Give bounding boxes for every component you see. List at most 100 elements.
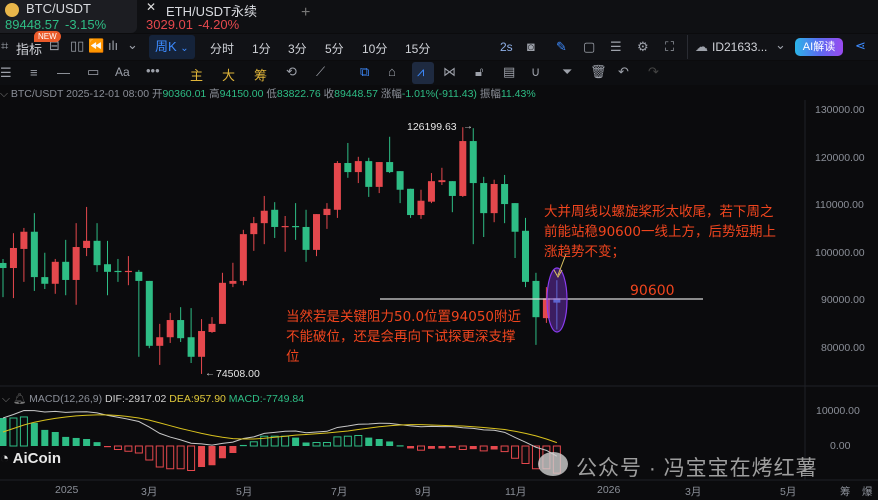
candle-body[interactable] xyxy=(104,264,111,272)
macd-bar xyxy=(208,446,216,466)
collapse-icon[interactable]: ⌵ xyxy=(2,393,10,405)
macd-bar xyxy=(458,445,467,450)
candle-body[interactable] xyxy=(438,180,446,183)
macd-value: MACD:-7749.84 xyxy=(228,393,305,405)
candle-body[interactable] xyxy=(459,141,467,196)
candle-body[interactable] xyxy=(93,240,101,266)
candle-body[interactable] xyxy=(62,261,70,280)
candle-body[interactable] xyxy=(323,208,331,216)
candle-body[interactable] xyxy=(51,261,59,284)
candle-body[interactable] xyxy=(114,270,122,273)
liquidation-toggle[interactable]: 爆 xyxy=(862,484,873,499)
candle-body[interactable] xyxy=(333,163,341,210)
macd-bar xyxy=(51,432,59,446)
macd-bar xyxy=(72,437,80,446)
time-tick: 2026 xyxy=(597,484,621,496)
macd-bar xyxy=(104,446,111,448)
candle-body[interactable] xyxy=(511,203,519,232)
candle-body[interactable] xyxy=(166,320,174,338)
macd-dea: DEA:957.90 xyxy=(169,393,226,405)
price-tick: 100000.00 xyxy=(815,247,865,259)
candle-body[interactable] xyxy=(0,262,7,269)
candle-body[interactable] xyxy=(375,162,383,187)
macd-bar xyxy=(354,435,363,447)
candle-body[interactable] xyxy=(239,234,247,281)
macd-bar xyxy=(292,437,300,446)
macd-bar xyxy=(134,445,143,454)
macd-bar xyxy=(281,435,290,447)
candle-body[interactable] xyxy=(271,209,279,227)
candle-body[interactable] xyxy=(281,226,289,228)
candle-body[interactable] xyxy=(20,231,28,249)
price-tick: 120000.00 xyxy=(815,152,865,164)
macd-bar xyxy=(166,445,175,470)
candle-body[interactable] xyxy=(313,214,320,250)
macd-bar xyxy=(521,445,530,464)
time-tick: 9月 xyxy=(415,486,432,498)
macd-bar xyxy=(249,441,258,447)
macd-bar xyxy=(62,436,70,446)
macd-bar xyxy=(124,445,133,452)
candle-body[interactable] xyxy=(386,162,394,173)
macd-bar xyxy=(239,444,247,447)
macd-bar xyxy=(375,439,383,446)
time-tick: 5月 xyxy=(236,486,253,498)
candle-body[interactable] xyxy=(177,320,185,339)
candle-body[interactable] xyxy=(218,282,226,324)
candle-body[interactable] xyxy=(448,181,456,196)
high-marker: 126199.63 xyxy=(407,121,457,133)
candle-body[interactable] xyxy=(156,337,164,346)
macd-bar xyxy=(93,442,101,446)
candle-body[interactable] xyxy=(198,331,206,357)
candle-body[interactable] xyxy=(522,230,529,282)
candle-body[interactable] xyxy=(145,280,153,346)
candle-body[interactable] xyxy=(30,231,38,278)
macd-bar xyxy=(9,417,18,447)
candle-body[interactable] xyxy=(469,141,477,184)
candle-body[interactable] xyxy=(229,280,237,284)
candle-body[interactable] xyxy=(344,163,352,173)
candle-body[interactable] xyxy=(135,271,143,281)
candle-body[interactable] xyxy=(208,323,216,332)
highlight-ellipse[interactable] xyxy=(546,267,568,333)
candle-body[interactable] xyxy=(365,161,373,187)
macd-bar xyxy=(438,446,446,449)
macd-bar xyxy=(218,446,226,459)
time-tick: 11月 xyxy=(505,486,527,498)
candle-body[interactable] xyxy=(187,337,195,357)
price-tick: 110000.00 xyxy=(815,199,864,211)
candle-body[interactable] xyxy=(292,226,300,228)
candle-body[interactable] xyxy=(124,270,132,273)
price-tick: 130000.00 xyxy=(815,104,865,116)
candle-body[interactable] xyxy=(41,277,49,284)
candle-body[interactable] xyxy=(417,200,425,216)
macd-dif: DIF:-2917.02 xyxy=(105,393,167,405)
candle-body[interactable] xyxy=(83,240,91,248)
candle-body[interactable] xyxy=(480,183,488,214)
macd-bar xyxy=(417,445,425,451)
candle-body[interactable] xyxy=(501,184,509,205)
arrow-left-icon: ← xyxy=(205,368,215,379)
candle-body[interactable] xyxy=(250,223,258,235)
time-tick: 5月 xyxy=(780,486,797,498)
macd-bar xyxy=(229,446,237,453)
candle-body[interactable] xyxy=(302,226,310,250)
candle-body[interactable] xyxy=(354,161,362,173)
candle-body[interactable] xyxy=(427,181,435,202)
candle-body[interactable] xyxy=(490,184,498,214)
dif-line xyxy=(2,409,558,457)
chips-toggle[interactable]: 筹 xyxy=(840,484,851,499)
macd-bar xyxy=(41,429,49,446)
candle-body[interactable] xyxy=(72,247,80,280)
macd-bar xyxy=(343,435,352,447)
candle-body[interactable] xyxy=(260,210,268,224)
candle-body[interactable] xyxy=(407,188,415,216)
macd-bar xyxy=(333,436,342,447)
macd-bar xyxy=(113,445,122,450)
annotation-upper: 大并周线以螺旋桨形太收尾，若下周之前能站稳90600一线上方，后势短期上涨趋势不… xyxy=(544,204,776,260)
candle-body[interactable] xyxy=(396,171,404,190)
macd-bar xyxy=(30,422,38,446)
bell-icon[interactable]: 🔔︎ xyxy=(13,393,26,405)
macd-bar xyxy=(448,446,456,448)
candle-body[interactable] xyxy=(9,247,17,269)
